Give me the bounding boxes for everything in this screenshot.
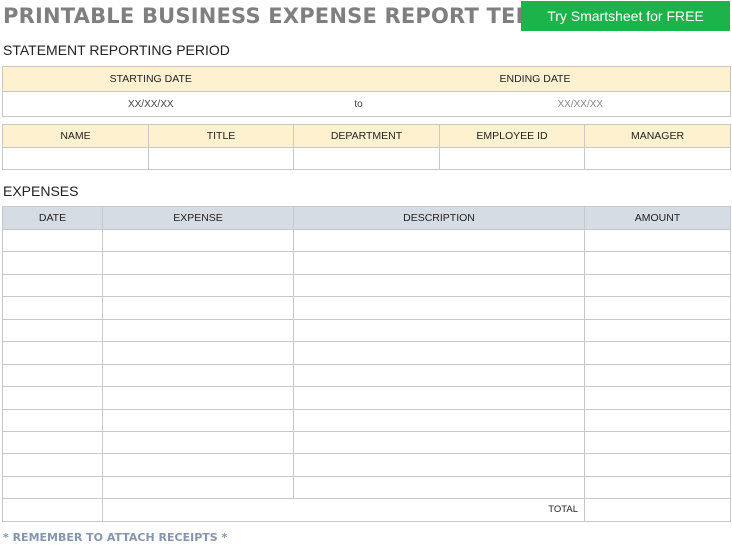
table-row	[2, 341, 731, 365]
amount-field[interactable]	[584, 251, 731, 275]
table-row	[2, 408, 731, 432]
column-header-department: DEPARTMENT	[293, 124, 440, 148]
date-field[interactable]	[2, 341, 103, 365]
table-row	[2, 318, 731, 343]
date-field[interactable]	[2, 453, 103, 477]
expenses-table: DATE EXPENSE DESCRIPTION AMOUNT TOTAL	[2, 206, 731, 522]
description-field[interactable]	[293, 386, 585, 410]
period-header-spacer	[298, 66, 419, 92]
table-row	[2, 296, 731, 320]
receipts-reminder: * REMEMBER TO ATTACH RECEIPTS *	[3, 531, 228, 544]
description-field[interactable]	[293, 296, 585, 320]
amount-field[interactable]	[584, 363, 731, 388]
expense-field[interactable]	[102, 341, 294, 365]
description-field[interactable]	[293, 475, 585, 500]
description-field[interactable]	[293, 318, 585, 343]
column-header-employee-id: EMPLOYEE ID	[439, 124, 585, 148]
date-field[interactable]	[2, 296, 103, 320]
total-amount-field[interactable]	[584, 498, 731, 522]
date-field[interactable]	[2, 408, 103, 432]
expenses-heading: EXPENSES	[3, 183, 79, 199]
expense-field[interactable]	[102, 273, 294, 298]
date-field[interactable]	[2, 475, 103, 500]
description-field[interactable]	[293, 251, 585, 275]
column-header-date: DATE	[2, 206, 103, 230]
table-row	[2, 228, 731, 253]
amount-field[interactable]	[584, 273, 731, 298]
column-header-manager: MANAGER	[584, 124, 731, 148]
page-title: PRINTABLE BUSINESS EXPENSE REPORT TEMPLA…	[3, 4, 610, 28]
date-field[interactable]	[2, 386, 103, 410]
expense-field[interactable]	[102, 453, 294, 477]
date-field[interactable]	[2, 430, 103, 455]
column-header-name: NAME	[2, 124, 149, 148]
total-label: TOTAL	[102, 498, 585, 522]
description-field[interactable]	[293, 430, 585, 455]
date-field[interactable]	[2, 318, 103, 343]
total-spacer	[2, 498, 103, 522]
expense-field[interactable]	[102, 408, 294, 432]
amount-field[interactable]	[584, 341, 731, 365]
ending-date-header: ENDING DATE	[418, 66, 731, 92]
column-header-description: DESCRIPTION	[293, 206, 585, 230]
amount-field[interactable]	[584, 430, 731, 455]
starting-date-field[interactable]: XX/XX/XX	[2, 91, 299, 117]
amount-field[interactable]	[584, 475, 731, 500]
description-field[interactable]	[293, 341, 585, 365]
expense-field[interactable]	[102, 296, 294, 320]
title-field[interactable]	[148, 147, 294, 170]
reporting-period-table: STARTING DATE ENDING DATE XX/XX/XX to XX…	[2, 66, 731, 117]
table-row	[2, 251, 731, 275]
amount-field[interactable]	[584, 386, 731, 410]
expense-field[interactable]	[102, 430, 294, 455]
table-row	[2, 273, 731, 298]
amount-field[interactable]	[584, 453, 731, 477]
description-field[interactable]	[293, 228, 585, 253]
manager-field[interactable]	[584, 147, 731, 170]
employee-id-field[interactable]	[439, 147, 585, 170]
expense-field[interactable]	[102, 386, 294, 410]
table-row	[2, 430, 731, 455]
date-field[interactable]	[2, 228, 103, 253]
table-row	[2, 386, 731, 410]
amount-field[interactable]	[584, 408, 731, 432]
description-field[interactable]	[293, 363, 585, 388]
table-row	[2, 453, 731, 477]
ending-date-field[interactable]: XX/XX/XX	[418, 91, 731, 117]
expense-field[interactable]	[102, 318, 294, 343]
description-field[interactable]	[293, 408, 585, 432]
description-field[interactable]	[293, 453, 585, 477]
try-smartsheet-button[interactable]: Try Smartsheet for FREE	[521, 1, 730, 31]
date-field[interactable]	[2, 363, 103, 388]
starting-date-header: STARTING DATE	[2, 66, 299, 92]
amount-field[interactable]	[584, 296, 731, 320]
column-header-expense: EXPENSE	[102, 206, 294, 230]
name-field[interactable]	[2, 147, 149, 170]
reporting-period-heading: STATEMENT REPORTING PERIOD	[3, 42, 230, 58]
expense-field[interactable]	[102, 363, 294, 388]
amount-field[interactable]	[584, 318, 731, 343]
department-field[interactable]	[293, 147, 440, 170]
column-header-title: TITLE	[148, 124, 294, 148]
employee-info-table: NAME TITLE DEPARTMENT EMPLOYEE ID MANAGE…	[2, 124, 731, 170]
expense-field[interactable]	[102, 228, 294, 253]
expense-field[interactable]	[102, 475, 294, 500]
expense-field[interactable]	[102, 251, 294, 275]
date-field[interactable]	[2, 251, 103, 275]
table-row	[2, 363, 731, 388]
period-separator: to	[298, 91, 419, 117]
column-header-amount: AMOUNT	[584, 206, 731, 230]
amount-field[interactable]	[584, 228, 731, 253]
table-row	[2, 475, 731, 500]
description-field[interactable]	[293, 273, 585, 298]
date-field[interactable]	[2, 273, 103, 298]
